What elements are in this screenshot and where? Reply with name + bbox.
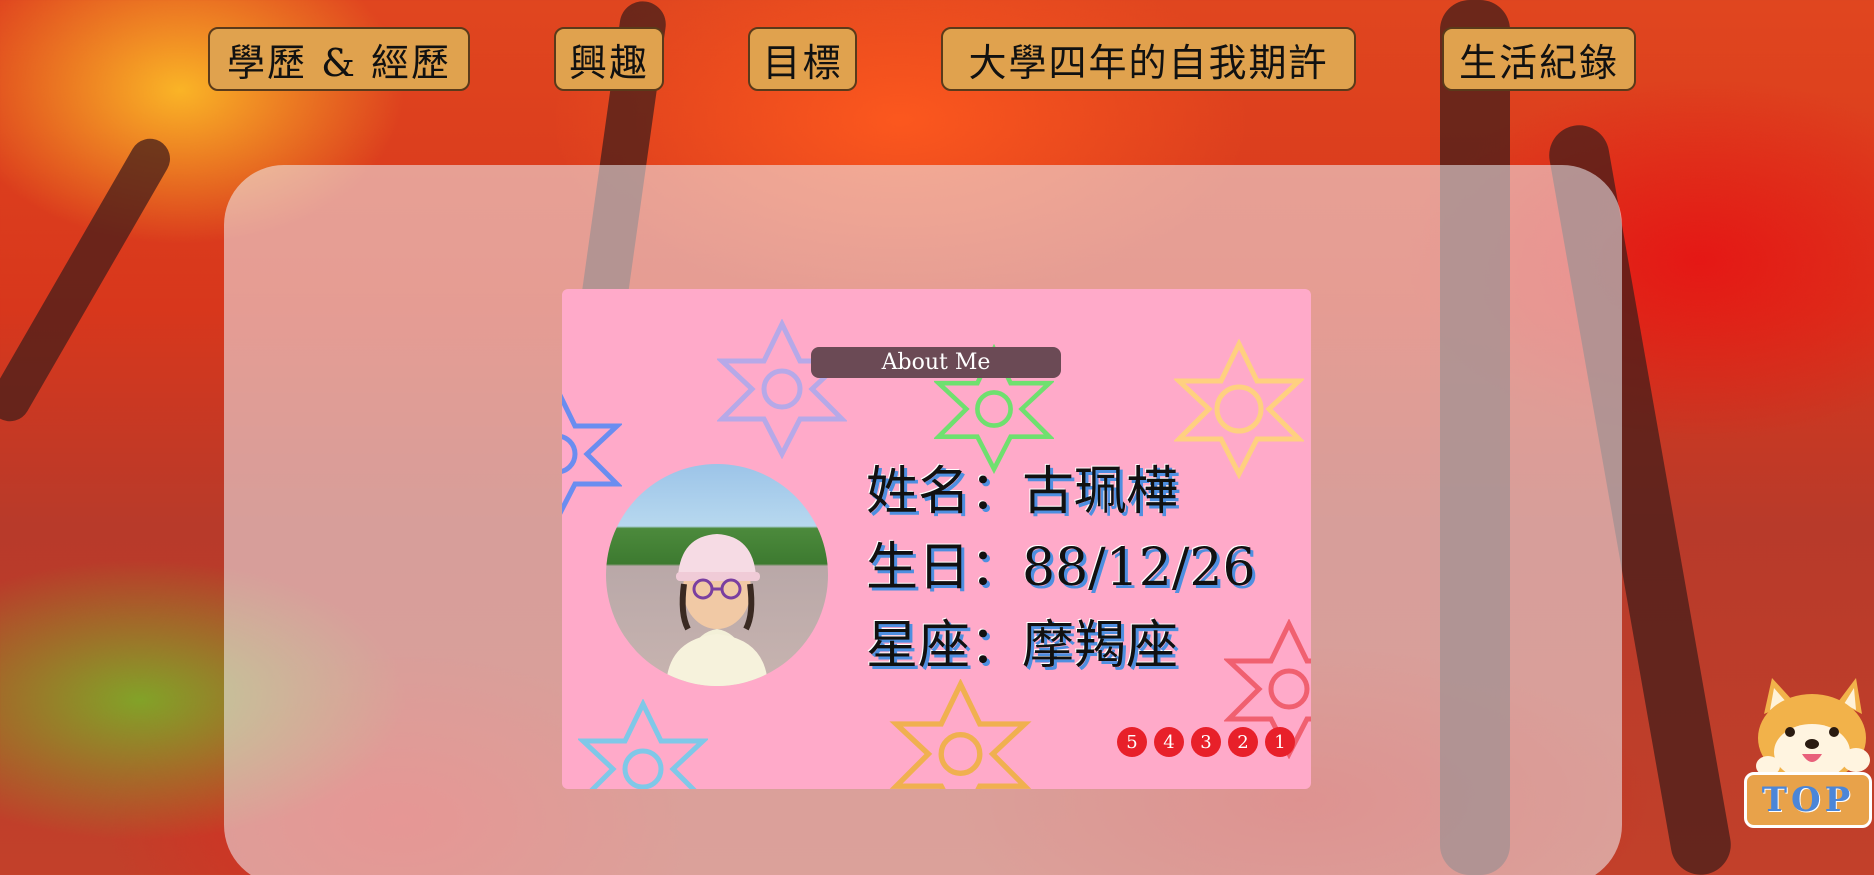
shiba-dog-icon — [1756, 678, 1870, 782]
about-me-tag: About Me — [811, 347, 1061, 378]
star-decoration-icon — [562, 393, 622, 515]
nav-education-experience[interactable]: 學歷 & 經歷 — [208, 27, 470, 91]
slide-dot-5[interactable]: 5 — [1117, 727, 1147, 757]
slide-dot-4[interactable]: 4 — [1154, 727, 1184, 757]
nav-life-records[interactable]: 生活紀錄 — [1442, 27, 1636, 91]
star-decoration-icon — [889, 679, 1032, 789]
nav-interests[interactable]: 興趣 — [554, 27, 664, 91]
nav-goals[interactable]: 目標 — [748, 27, 857, 91]
star-decoration-icon — [578, 699, 708, 789]
star-decoration-icon — [717, 319, 847, 459]
nav-university-expectations[interactable]: 大學四年的自我期許 — [941, 27, 1356, 91]
star-decoration-icon — [1174, 339, 1304, 479]
back-to-top-widget[interactable]: TOP — [1740, 676, 1874, 836]
back-to-top-button[interactable]: TOP — [1744, 772, 1872, 828]
about-me-card: About Me 姓名：古珮樺 生日：88/12/26 星座：摩羯座 5 4 3… — [562, 289, 1311, 789]
birthday-line: 生日：88/12/26 — [866, 538, 1256, 598]
tree-trunk — [0, 131, 178, 429]
slide-dot-1[interactable]: 1 — [1265, 727, 1295, 757]
name-line: 姓名：古珮樺 — [866, 462, 1179, 522]
zodiac-line: 星座：摩羯座 — [866, 616, 1179, 676]
slide-dot-2[interactable]: 2 — [1228, 727, 1258, 757]
profile-photo — [606, 464, 828, 686]
slide-dot-3[interactable]: 3 — [1191, 727, 1221, 757]
